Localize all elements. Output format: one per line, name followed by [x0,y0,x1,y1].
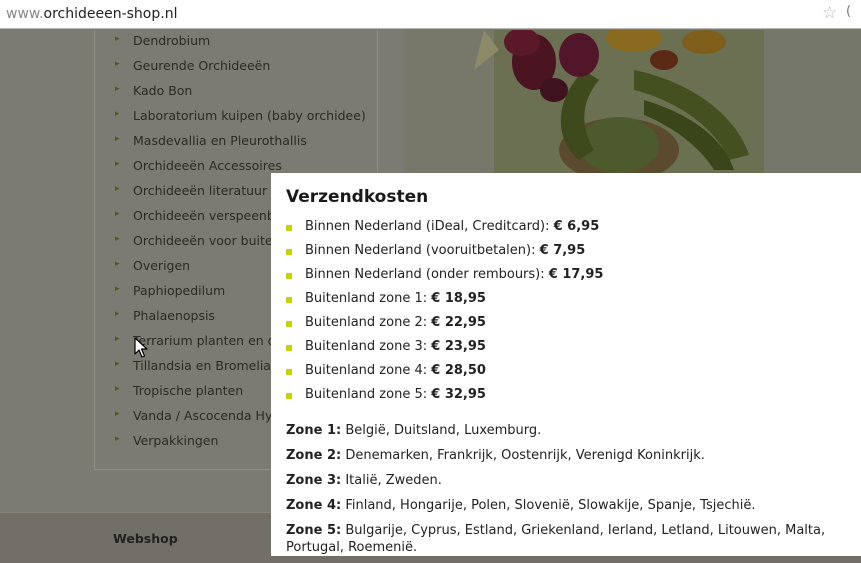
zone-label: Zone 1: [286,423,342,438]
orchid-photo [404,30,861,173]
zone-row: Zone 4: Finland, Hongarije, Polen, Slove… [286,497,856,514]
bullet-icon [286,273,292,279]
chevron-right-icon: ▸ [115,159,120,169]
bullet-icon [286,393,292,399]
chevron-right-icon: ▸ [115,59,120,69]
rate-label: Binnen Nederland (vooruitbetalen): [305,243,536,258]
chevron-right-icon: ▸ [115,334,120,344]
zone-countries: Finland, Hongarije, Polen, Slovenië, Slo… [345,498,756,513]
chevron-right-icon: ▸ [115,84,120,94]
category-label[interactable]: Verpakkingen [133,433,218,448]
category-label[interactable]: Kado Bon [133,83,192,98]
category-label[interactable]: Orchideeën voor buiter [133,233,278,248]
zone-row: Zone 3: Italië, Zweden. [286,472,856,489]
category-label[interactable]: Laboratorium kuipen (baby orchidee) [133,108,366,123]
chevron-right-icon: ▸ [115,309,120,319]
chevron-right-icon: ▸ [115,184,120,194]
partial-toolbar-icon: ( [846,4,852,19]
chevron-right-icon: ▸ [115,209,120,219]
chevron-right-icon: ▸ [115,384,120,394]
rate-price: € 32,95 [431,387,486,402]
footer-webshop-heading: Webshop [113,531,178,546]
rate-label: Binnen Nederland (iDeal, Creditcard): [305,219,550,234]
category-label[interactable]: Terrarium planten en o [133,333,275,348]
rate-price: € 23,95 [431,339,486,354]
category-label[interactable]: Tropische planten [133,383,243,398]
shipping-costs-modal: Verzendkosten Binnen Nederland (iDeal, C… [271,173,861,556]
rate-label: Buitenland zone 1: [305,291,428,306]
star-icon[interactable]: ☆ [822,3,837,23]
modal-title: Verzendkosten [286,187,429,207]
zone-countries: Bulgarije, Cyprus, Estland, Griekenland,… [286,523,826,555]
category-label[interactable]: Dendrobium [133,33,210,48]
zone-label: Zone 3: [286,473,342,488]
category-label[interactable]: Overigen [133,258,190,273]
rate-price: € 17,95 [548,267,604,282]
url-prefix: www. [6,6,44,22]
bullet-icon [286,369,292,375]
category-label[interactable]: Phalaenopsis [133,308,215,323]
rate-label: Binnen Nederland (onder rembours): [305,267,545,282]
zone-label: Zone 2: [286,448,342,463]
rate-label: Buitenland zone 5: [305,387,428,402]
rate-price: € 18,95 [431,291,486,306]
chevron-right-icon: ▸ [115,34,120,44]
chevron-right-icon: ▸ [115,434,120,444]
zone-countries: België, Duitsland, Luxemburg. [345,423,542,438]
rate-label: Buitenland zone 3: [305,339,428,354]
rate-price: € 7,95 [539,243,586,258]
category-label[interactable]: Orchideeën Accessoires [133,158,282,173]
bullet-icon [286,225,292,231]
zone-countries: Denemarken, Frankrijk, Oostenrijk, Veren… [345,448,705,463]
rate-label: Buitenland zone 4: [305,363,428,378]
category-label[interactable]: Orchideeën verspeenba [133,208,282,223]
rate-price: € 6,95 [553,219,600,234]
chevron-right-icon: ▸ [115,284,120,294]
zone-row: Zone 1: België, Duitsland, Luxemburg. [286,422,856,439]
url-domain: orchideeen-shop.nl [43,6,178,22]
rate-label: Buitenland zone 2: [305,315,428,330]
chevron-right-icon: ▸ [115,234,120,244]
rate-price: € 28,50 [431,363,486,378]
category-label[interactable]: Tillandsia en Bromelia [133,358,271,373]
zone-row: Zone 2: Denemarken, Frankrijk, Oostenrij… [286,447,856,464]
category-label[interactable]: Paphiopedilum [133,283,225,298]
category-label[interactable]: Masdevallia en Pleurothallis [133,133,307,148]
category-label[interactable]: Vanda / Ascocenda Hyb [133,408,280,423]
zone-label: Zone 5: [286,523,342,538]
rate-price: € 22,95 [431,315,486,330]
bullet-icon [286,297,292,303]
chevron-right-icon: ▸ [115,259,120,269]
chevron-right-icon: ▸ [115,134,120,144]
zone-label: Zone 4: [286,498,342,513]
category-label[interactable]: Orchideeën literatuur [133,183,267,198]
url-text[interactable]: www.orchideeen-shop.nl [6,5,177,23]
address-bar[interactable]: www.orchideeen-shop.nl ☆ ( [0,0,861,29]
bullet-icon [286,249,292,255]
zone-countries: Italië, Zweden. [345,473,442,488]
orchid-image [404,30,861,173]
chevron-right-icon: ▸ [115,359,120,369]
chevron-right-icon: ▸ [115,409,120,419]
mouse-cursor-icon [134,337,148,358]
bullet-icon [286,345,292,351]
chevron-right-icon: ▸ [115,109,120,119]
category-label[interactable]: Geurende Orchideeën [133,58,270,73]
bullet-icon [286,321,292,327]
zone-row: Zone 5: Bulgarije, Cyprus, Estland, Grie… [286,522,856,556]
